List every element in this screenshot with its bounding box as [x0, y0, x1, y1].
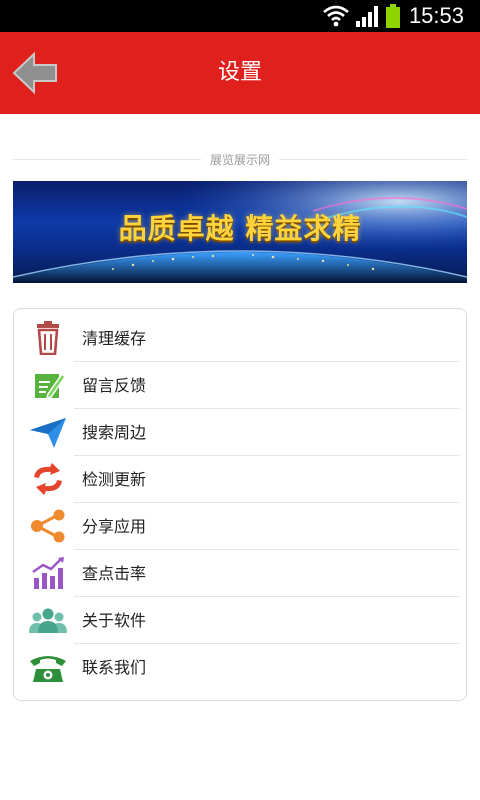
settings-menu: 清理缓存 留言反馈 搜索周边 检测更新 分享应用 查点击率 关于软件 联系我们 — [13, 308, 467, 701]
menu-item-label: 关于软件 — [82, 611, 147, 630]
menu-item-feedback[interactable]: 留言反馈 — [14, 362, 466, 409]
section-label: 展览展示网 — [209, 153, 270, 167]
menu-item-label: 留言反馈 — [82, 376, 147, 395]
banner-slogan: 品质卓越 精益求精 — [118, 212, 362, 245]
chart-icon — [32, 557, 64, 589]
menu-item-check-update[interactable]: 检测更新 — [14, 456, 466, 503]
divider-line — [279, 159, 467, 160]
status-bar: 15:53 — [0, 0, 480, 32]
people-icon — [29, 608, 67, 633]
status-icons: 15:53 — [323, 3, 464, 29]
phone-icon — [30, 656, 66, 682]
menu-item-label: 清理缓存 — [82, 329, 147, 348]
menu-item-label: 联系我们 — [82, 658, 147, 677]
edit-note-icon — [35, 372, 66, 400]
title-bar: 设置 — [0, 32, 480, 114]
trash-icon — [37, 321, 59, 355]
battery-icon — [385, 4, 400, 28]
menu-item-label: 分享应用 — [82, 517, 147, 536]
signal-icon — [355, 6, 378, 27]
banner[interactable]: 品质卓越 精益求精 — [13, 181, 467, 283]
section-separator: 展览展示网 — [13, 150, 467, 170]
menu-item-label: 搜索周边 — [82, 423, 147, 442]
share-icon — [31, 509, 65, 543]
menu-item-label: 查点击率 — [82, 564, 147, 583]
refresh-icon — [34, 463, 62, 495]
menu-item-clear-cache[interactable]: 清理缓存 — [14, 315, 466, 362]
page-title: 设置 — [217, 60, 262, 85]
menu-item-share-app[interactable]: 分享应用 — [14, 503, 466, 550]
menu-item-contact[interactable]: 联系我们 — [14, 644, 466, 691]
menu-item-search-nearby[interactable]: 搜索周边 — [14, 409, 466, 456]
menu-item-click-rate[interactable]: 查点击率 — [14, 550, 466, 597]
menu-item-label: 检测更新 — [82, 470, 147, 489]
menu-item-about[interactable]: 关于软件 — [14, 597, 466, 644]
wifi-icon — [323, 5, 349, 27]
navigation-arrow-icon — [30, 418, 66, 448]
status-time: 15:53 — [408, 3, 464, 28]
